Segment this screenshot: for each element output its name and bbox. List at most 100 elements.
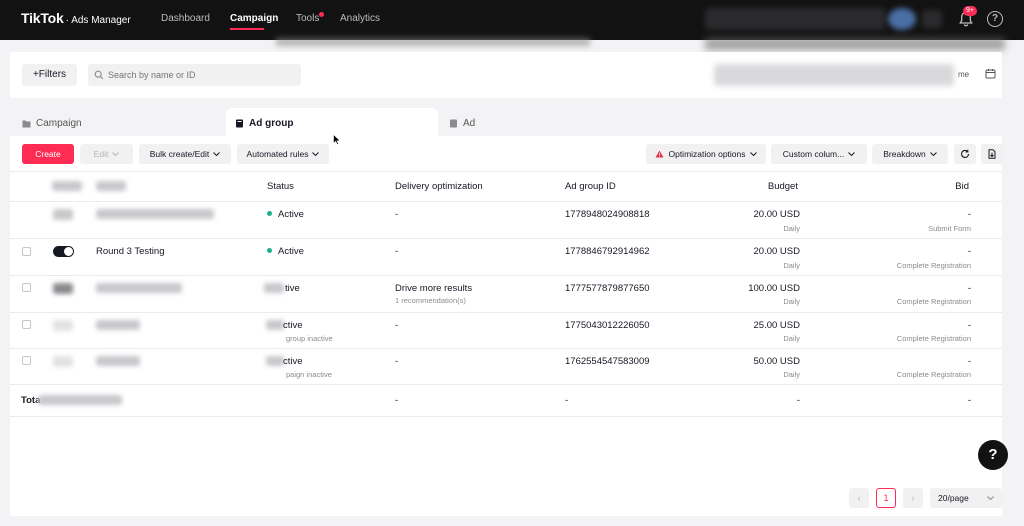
- breakdown-label: Breakdown: [883, 149, 926, 159]
- status-text: tive: [285, 283, 300, 294]
- blurred-ad-group-name: [96, 356, 140, 366]
- breakdown-button[interactable]: Breakdown: [872, 144, 948, 164]
- total-bid: -: [967, 395, 971, 406]
- budget-type: Daily: [783, 297, 800, 306]
- warning-icon: [655, 150, 664, 158]
- top-navigation-bar: TikTok · Ads Manager Dashboard Campaign …: [0, 0, 1024, 40]
- search-input[interactable]: [88, 64, 301, 86]
- total-id: -: [565, 395, 569, 406]
- status-reason: group inactive: [286, 334, 333, 343]
- column-header-ad-group-id[interactable]: Ad group ID: [565, 181, 616, 192]
- budget-type: Daily: [783, 261, 800, 270]
- optimization-label: Optimization options: [668, 149, 746, 159]
- custom-columns-button[interactable]: Custom colum...: [771, 144, 867, 164]
- column-header-status[interactable]: Status: [267, 181, 294, 192]
- export-icon: [988, 149, 996, 159]
- column-header-delivery[interactable]: Delivery optimization: [395, 181, 483, 192]
- bid-cell: -: [967, 246, 971, 257]
- rules-label: Automated rules: [246, 149, 309, 159]
- export-button[interactable]: [981, 144, 1003, 164]
- table-divider: [10, 201, 1002, 202]
- ad-group-id-cell: 1778948024908818: [565, 209, 650, 220]
- table-divider: [10, 348, 1002, 349]
- tab-ad[interactable]: Ad: [449, 108, 649, 138]
- help-icon[interactable]: ?: [987, 11, 1003, 27]
- optimization-options-button[interactable]: Optimization options: [646, 144, 766, 164]
- next-page-button[interactable]: ›: [903, 488, 923, 508]
- row-checkbox[interactable]: [22, 247, 31, 256]
- folder-icon: [22, 120, 31, 127]
- blurred-header-cell: [96, 181, 126, 191]
- budget-cell[interactable]: 100.00 USD: [700, 283, 800, 294]
- blurred-total-count: [38, 395, 122, 405]
- previous-page-button[interactable]: ‹: [849, 488, 869, 508]
- nav-dashboard[interactable]: Dashboard: [161, 13, 210, 24]
- status-text: Active: [278, 209, 304, 220]
- bulk-create-edit-button[interactable]: Bulk create/Edit: [139, 144, 231, 164]
- nav-analytics[interactable]: Analytics: [340, 13, 380, 24]
- table-divider: [10, 384, 1002, 385]
- budget-cell[interactable]: 20.00 USD: [700, 209, 800, 220]
- tiktok-ads-manager-logo[interactable]: TikTok · Ads Manager: [21, 10, 131, 26]
- row-checkbox[interactable]: [22, 356, 31, 365]
- blurred-toggle: [53, 356, 73, 367]
- tab-label: Ad: [463, 117, 476, 129]
- chevron-down-icon: [848, 152, 856, 156]
- chevron-down-icon: [987, 496, 994, 500]
- blurred-toggle: [53, 320, 73, 331]
- table-divider: [10, 171, 1002, 172]
- delivery-recommendation[interactable]: 1 recommendation(s): [395, 296, 466, 305]
- status-dot: [267, 248, 272, 253]
- table-divider: [10, 275, 1002, 276]
- tab-ad-group[interactable]: Ad group: [226, 108, 438, 138]
- avatar[interactable]: [888, 8, 916, 30]
- delivery-cell: -: [395, 246, 399, 257]
- ad-icon: [450, 119, 457, 127]
- page-size-select[interactable]: 20/page: [930, 488, 1002, 508]
- row-checkbox[interactable]: [22, 283, 31, 292]
- logo-brand: TikTok: [21, 10, 64, 26]
- chevron-down-icon: [929, 152, 937, 156]
- nav-campaign[interactable]: Campaign: [230, 13, 278, 24]
- create-button[interactable]: Create: [22, 144, 74, 164]
- bid-event: Complete Registration: [896, 297, 971, 306]
- status-text: ctive: [283, 320, 303, 331]
- ad-group-name[interactable]: Round 3 Testing: [96, 246, 165, 257]
- budget-cell[interactable]: 25.00 USD: [700, 320, 800, 331]
- status-cell: Active: [267, 209, 304, 220]
- refresh-button[interactable]: [954, 144, 976, 164]
- bid-event: Complete Registration: [896, 370, 971, 379]
- tools-notification-dot: [319, 12, 324, 17]
- page-number-current[interactable]: 1: [876, 488, 896, 508]
- bid-cell: -: [967, 283, 971, 294]
- bid-cell: -: [967, 356, 971, 367]
- delivery-cell: -: [395, 356, 399, 367]
- calendar-icon[interactable]: [985, 68, 996, 79]
- chevron-down-icon: [749, 152, 757, 156]
- nav-active-indicator: [230, 28, 264, 30]
- automated-rules-button[interactable]: Automated rules: [237, 144, 329, 164]
- blurred-status-prefix: [266, 356, 284, 366]
- nav-tools[interactable]: Tools: [296, 13, 319, 24]
- create-label: Create: [35, 149, 61, 159]
- status-dot: [267, 211, 272, 216]
- budget-cell[interactable]: 50.00 USD: [700, 356, 800, 367]
- column-header-budget[interactable]: Budget: [700, 181, 798, 192]
- status-toggle[interactable]: [53, 246, 74, 257]
- columns-label: Custom colum...: [782, 149, 845, 159]
- table-divider: [10, 312, 1002, 313]
- add-filters-button[interactable]: +Filters: [22, 64, 77, 86]
- status-cell: Active: [267, 246, 304, 257]
- logo-product: · Ads Manager: [65, 15, 131, 26]
- blurred-toggle: [53, 283, 73, 294]
- budget-cell[interactable]: 20.00 USD: [700, 246, 800, 257]
- status-reason: paign inactive: [286, 370, 332, 379]
- column-header-bid[interactable]: Bid: [870, 181, 969, 192]
- tab-campaign[interactable]: Campaign: [22, 108, 222, 138]
- table-divider: [10, 416, 1002, 417]
- blurred-date-range[interactable]: [714, 64, 954, 86]
- edit-button[interactable]: Edit: [80, 144, 133, 164]
- help-chat-button[interactable]: ?: [978, 440, 1008, 470]
- row-checkbox[interactable]: [22, 320, 31, 329]
- ad-group-icon: [236, 119, 243, 127]
